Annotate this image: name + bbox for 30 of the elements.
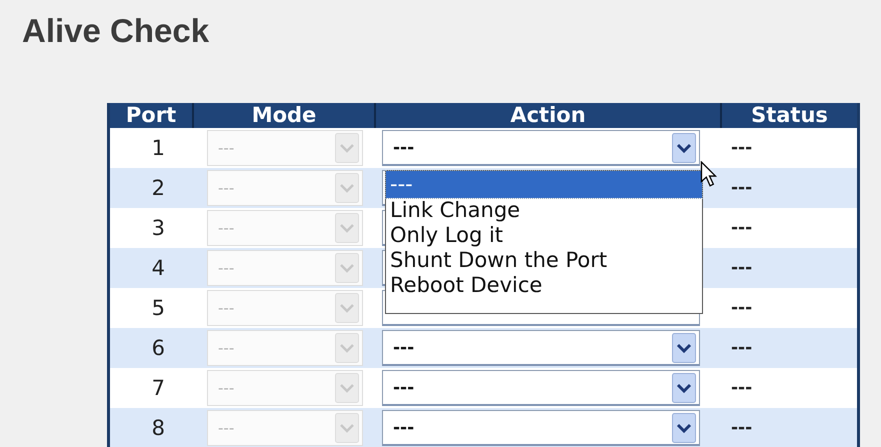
port-number: 4 — [152, 256, 166, 280]
status-text: --- — [730, 298, 752, 318]
port-number: 6 — [152, 336, 166, 360]
action-select[interactable]: --- — [382, 370, 700, 406]
port-number: 2 — [152, 176, 166, 200]
action-select[interactable]: --- — [382, 410, 700, 446]
dropdown-option[interactable]: Link Change — [386, 198, 702, 223]
port-number: 1 — [152, 136, 166, 160]
port-number: 3 — [152, 216, 166, 240]
status-text: --- — [730, 218, 752, 238]
port-number: 5 — [152, 296, 166, 320]
dropdown-option[interactable]: --- — [386, 171, 702, 198]
status-text: --- — [730, 258, 752, 278]
column-header: Action — [375, 103, 721, 128]
port-number: 8 — [152, 416, 166, 440]
action-select[interactable]: --- — [382, 330, 700, 366]
status-text: --- — [730, 338, 752, 358]
dropdown-option[interactable]: Only Log it — [386, 223, 702, 248]
status-text: --- — [730, 178, 752, 198]
action-select[interactable]: --- — [382, 130, 700, 166]
column-header: Status — [721, 103, 858, 128]
status-text: --- — [730, 378, 752, 398]
port-number: 7 — [152, 376, 166, 400]
dropdown-option[interactable]: Reboot Device — [386, 273, 702, 298]
status-text: --- — [730, 418, 752, 438]
dropdown-option[interactable]: Shunt Down the Port — [386, 248, 702, 273]
page-title: Alive Check — [21, 11, 210, 51]
status-text: --- — [730, 138, 752, 158]
column-header: Mode — [193, 103, 375, 128]
column-header: Port — [108, 103, 193, 128]
